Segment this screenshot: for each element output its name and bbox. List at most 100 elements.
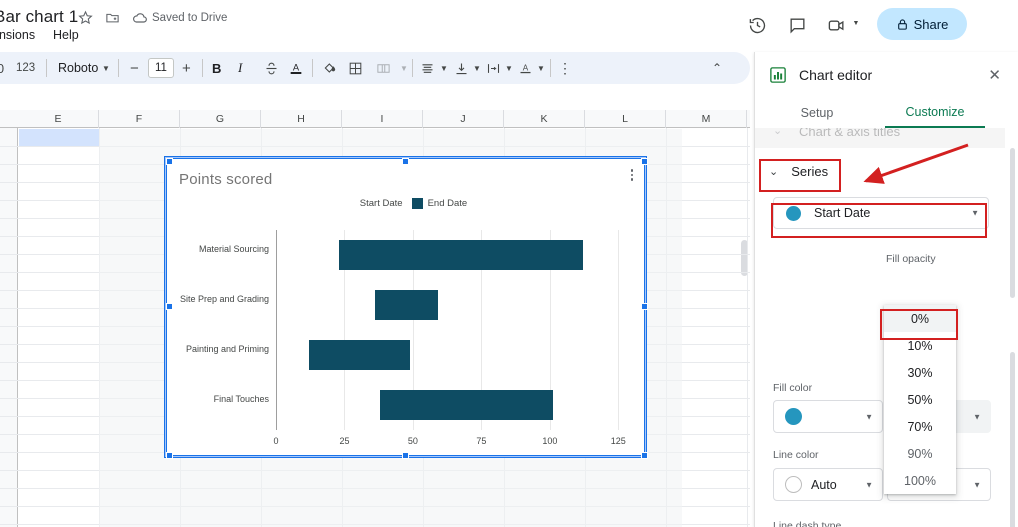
chart-resize-handle[interactable]: [166, 303, 173, 310]
menu-item-help[interactable]: Help: [53, 28, 79, 42]
decimal-places-button[interactable]: .00: [0, 52, 4, 84]
chart-editor-title: Chart editor: [799, 67, 873, 83]
panel-scrollbar-lower[interactable]: [1010, 352, 1015, 527]
chevron-down-icon: ⌄: [773, 128, 783, 137]
tab-customize[interactable]: Customize: [885, 98, 985, 128]
opacity-option-100[interactable]: 100%: [884, 467, 956, 494]
menu-item-extensions[interactable]: ensions: [0, 28, 35, 42]
chart-plot-area: Material Sourcing Site Prep and Grading Pa…: [166, 158, 647, 458]
fill-color-swatch-icon: [785, 408, 802, 425]
vertical-align-icon[interactable]: [454, 52, 469, 84]
chevron-down-icon[interactable]: ▼: [400, 52, 408, 84]
document-title[interactable]: Bar chart 1: [0, 7, 78, 27]
chart-x-tick-label: 25: [339, 436, 350, 446]
share-button-label: Share: [913, 16, 949, 32]
chart-resize-handle[interactable]: [641, 158, 648, 165]
column-header-k[interactable]: K: [504, 110, 585, 128]
chevron-down-icon: ▼: [973, 480, 981, 489]
chart-x-tick-label: 75: [476, 436, 487, 446]
fill-color-icon[interactable]: [322, 52, 338, 84]
chart-resize-handle[interactable]: [166, 452, 173, 459]
chart-editor-header: Chart editor ✕: [755, 52, 1018, 98]
font-family-selector[interactable]: Roboto: [58, 52, 98, 84]
meet-camera-icon[interactable]: [823, 12, 849, 38]
svg-text:A: A: [293, 63, 300, 73]
opacity-option-90[interactable]: 90%: [884, 440, 956, 467]
bar-chart-icon: [769, 66, 787, 84]
chevron-down-icon[interactable]: ▼: [102, 52, 110, 84]
merge-cells-icon[interactable]: [376, 52, 391, 84]
saved-status-text: Saved to Drive: [152, 12, 228, 24]
opacity-option-30[interactable]: 30%: [884, 359, 956, 386]
meet-dropdown-caret-icon[interactable]: ▼: [851, 18, 861, 28]
italic-button[interactable]: I: [238, 52, 242, 84]
tab-setup[interactable]: Setup: [777, 98, 857, 128]
share-button[interactable]: Share: [877, 8, 967, 40]
text-color-icon[interactable]: A: [288, 52, 304, 84]
line-color-selector[interactable]: Auto ▼: [773, 468, 883, 501]
column-header-f[interactable]: F: [99, 110, 180, 128]
chart-resize-handle[interactable]: [401, 452, 409, 459]
version-history-icon[interactable]: [744, 12, 770, 38]
column-header-e[interactable]: E: [18, 110, 99, 128]
format-toolbar: .00 123 Roboto ▼ − 11 + B I A ▼ ▼ ▼ ▼ A …: [0, 52, 750, 84]
decrease-font-size-button[interactable]: −: [130, 52, 139, 84]
grid-column-line: [747, 128, 748, 527]
chevron-down-icon[interactable]: ▼: [440, 52, 448, 84]
star-icon[interactable]: [78, 10, 93, 28]
selected-cell[interactable]: [19, 129, 99, 146]
collapse-toolbar-icon[interactable]: ⌃: [712, 52, 722, 84]
chart-resize-handle[interactable]: [641, 452, 648, 459]
chevron-down-icon[interactable]: ▼: [505, 52, 513, 84]
column-header-m[interactable]: M: [666, 110, 747, 128]
fill-color-selector[interactable]: ▼: [773, 400, 883, 433]
fill-color-label: Fill color: [773, 382, 813, 394]
column-header-row: EFGHIJKLM: [0, 110, 750, 128]
chart-resize-handle[interactable]: [641, 303, 648, 310]
number-format-button[interactable]: 123: [16, 52, 35, 84]
text-wrap-icon[interactable]: [486, 52, 501, 84]
chevron-down-icon[interactable]: ▼: [537, 52, 545, 84]
increase-font-size-button[interactable]: +: [182, 52, 191, 84]
chart-bar[interactable]: [380, 390, 553, 420]
font-size-input[interactable]: 11: [148, 58, 174, 78]
chevron-down-icon: ⌄: [769, 165, 779, 178]
toolbar-divider: [550, 59, 551, 77]
chart-bar[interactable]: [374, 290, 438, 320]
chevron-down-icon[interactable]: ▼: [473, 52, 481, 84]
chevron-down-icon: ▼: [971, 208, 979, 218]
chart-editor-tabs: Setup Customize: [755, 98, 1018, 128]
column-header-l[interactable]: L: [585, 110, 666, 128]
comment-icon[interactable]: [784, 12, 810, 38]
line-color-value: Auto: [811, 477, 837, 492]
chevron-down-icon: ▼: [973, 412, 981, 421]
chart-bar[interactable]: [338, 240, 583, 270]
chart-resize-handle[interactable]: [166, 158, 173, 165]
text-rotation-icon[interactable]: A: [518, 52, 533, 84]
column-header-i[interactable]: I: [342, 110, 423, 128]
strikethrough-icon[interactable]: [264, 52, 279, 84]
fill-opacity-dropdown-menu[interactable]: 0% 10% 30% 50% 70% 90% 100%: [884, 305, 956, 494]
bold-button[interactable]: B: [212, 52, 221, 84]
chart-bar[interactable]: [308, 340, 411, 370]
opacity-option-70[interactable]: 70%: [884, 413, 956, 440]
column-header-j[interactable]: J: [423, 110, 504, 128]
opacity-option-0[interactable]: 0%: [884, 305, 956, 332]
cloud-saved-icon: [132, 10, 148, 29]
close-icon[interactable]: ✕: [984, 64, 1005, 86]
horizontal-align-icon[interactable]: [420, 52, 435, 84]
column-header-g[interactable]: G: [180, 110, 261, 128]
opacity-option-50[interactable]: 50%: [884, 386, 956, 413]
series-selector[interactable]: Start Date ▼: [773, 197, 989, 229]
chart-resize-handle[interactable]: [401, 158, 409, 165]
svg-text:A: A: [523, 63, 529, 72]
opacity-option-10[interactable]: 10%: [884, 332, 956, 359]
column-header-h[interactable]: H: [261, 110, 342, 128]
borders-icon[interactable]: [348, 52, 363, 84]
chart-object[interactable]: Points scored Start Date End Date Materi…: [164, 156, 648, 459]
move-to-folder-icon[interactable]: [105, 10, 120, 28]
section-series[interactable]: ⌄ Series: [769, 160, 831, 182]
panel-scrollbar[interactable]: [1010, 148, 1015, 298]
section-chart-and-axis-titles[interactable]: ⌄ Chart & axis titles: [755, 128, 1005, 148]
more-options-icon[interactable]: ⋮: [558, 52, 572, 84]
